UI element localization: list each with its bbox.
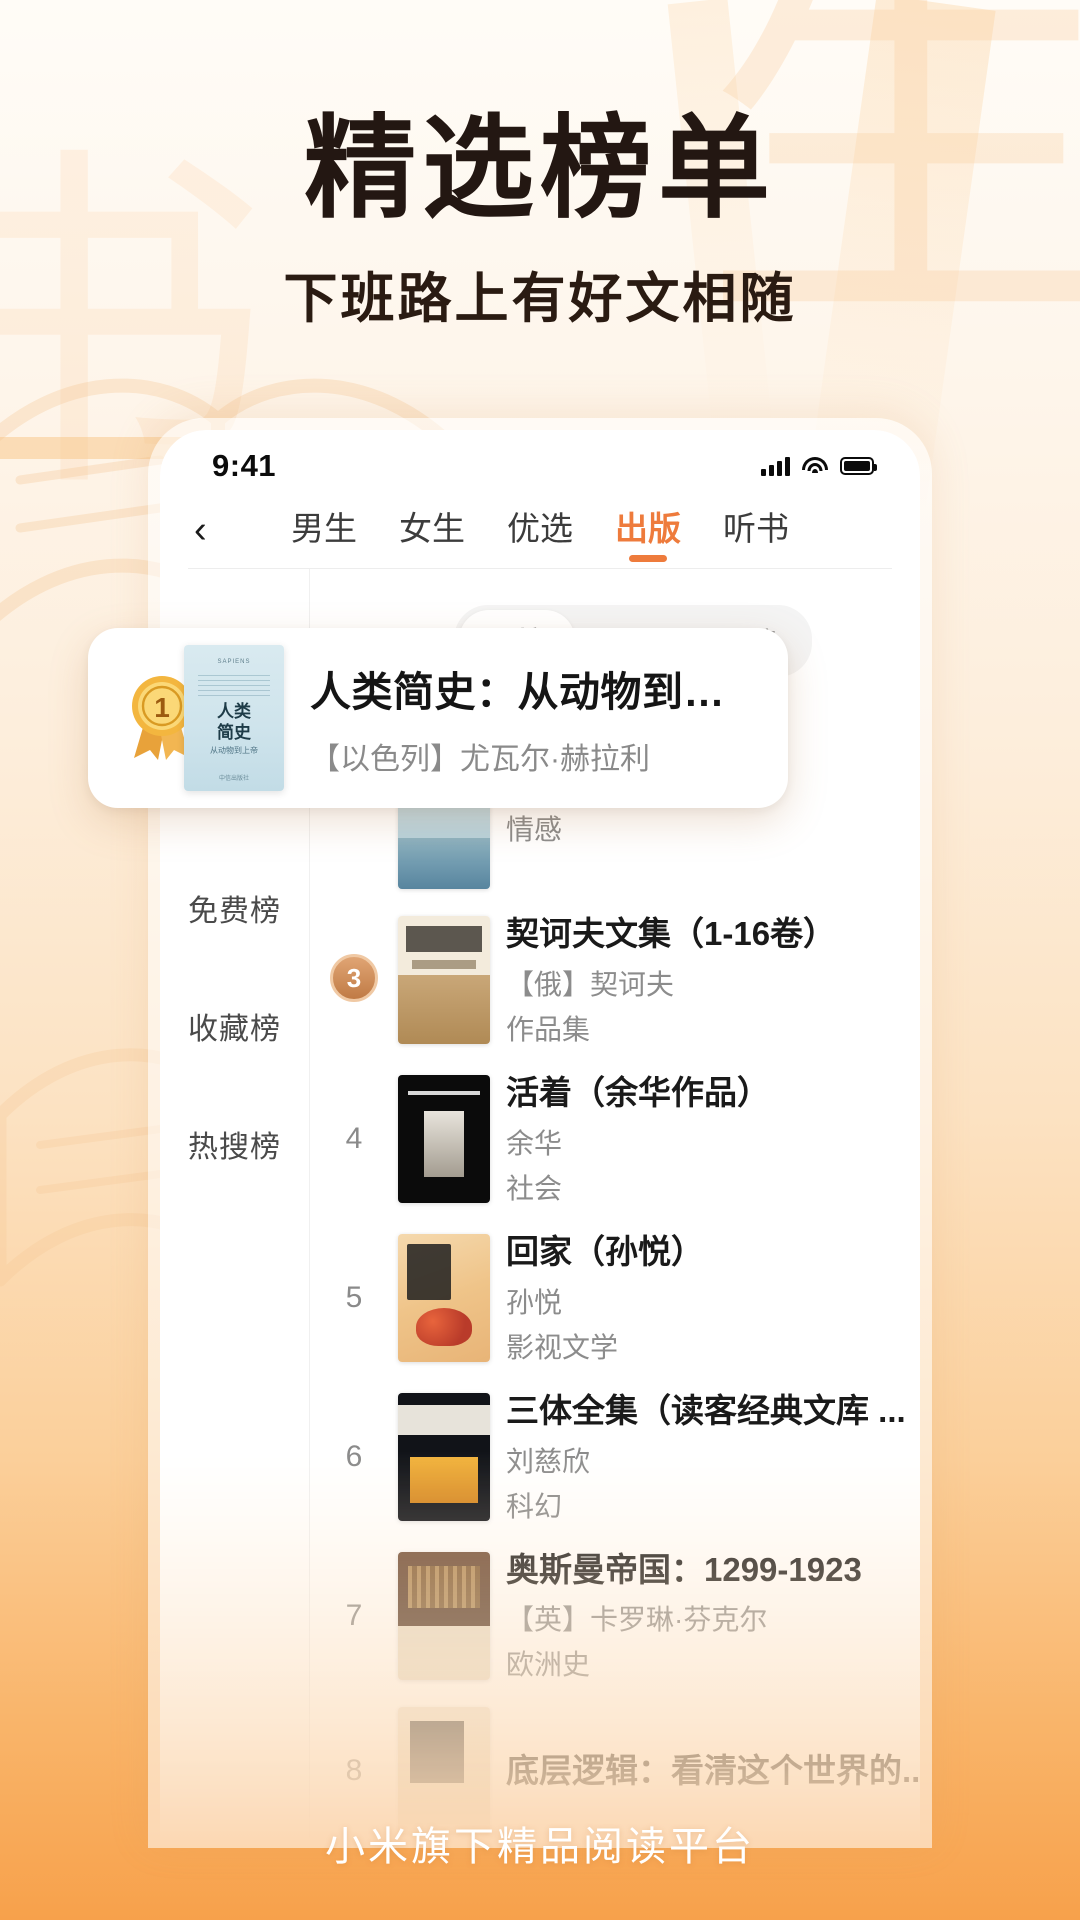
book-title: 三体全集（读客经典文库 ...: [506, 1391, 906, 1429]
rank-number: 8: [345, 1754, 363, 1788]
table-row[interactable]: 6 三体全集（读客经典文库 ... 刘慈欣 科幻: [310, 1378, 920, 1537]
rank-number: 7: [345, 1599, 363, 1632]
rank-number: 5: [345, 1281, 363, 1315]
book-meta: 情感: [506, 803, 920, 848]
book-meta: 回家（孙悦） 孙悦 影视文学: [506, 1231, 920, 1366]
book-author: 【俄】契诃夫: [506, 968, 675, 1000]
wifi-icon: [802, 456, 828, 476]
tab-female[interactable]: 女生: [399, 502, 465, 558]
cover-texture: [198, 675, 270, 697]
navigation-bar: ‹ 男生 女生 优选 出版 听书: [160, 492, 920, 568]
cover-header-text: SAPIENS: [217, 659, 251, 665]
book-author: 刘慈欣: [506, 1445, 591, 1477]
book-meta: 三体全集（读客经典文库 ... 刘慈欣 科幻: [506, 1390, 920, 1525]
book-meta: 底层逻辑：看清这个世界的...: [506, 1750, 920, 1793]
book-category: 欧洲史: [506, 1649, 591, 1681]
table-row[interactable]: 5 回家（孙悦） 孙悦 影视文学: [310, 1219, 920, 1378]
svg-text:1: 1: [154, 692, 170, 723]
book-meta: 奥斯曼帝国：1299-1923 【英】卡罗琳·芬克尔 欧洲史: [506, 1549, 920, 1684]
sidebar-item-hot-search[interactable]: 热搜榜: [160, 1085, 309, 1203]
book-cover: [398, 1552, 490, 1680]
table-row[interactable]: 3 契诃夫文集（1-16卷） 【俄】契诃夫 作品集: [310, 901, 920, 1060]
featured-book-meta: 人类简史：从动物到上帝 【以色列】尤瓦尔·赫拉利: [310, 658, 760, 778]
sidebar-item-free[interactable]: 免费榜: [160, 849, 309, 967]
book-cover: [398, 1234, 490, 1363]
cover-subtitle-text: 从动物到上帝: [210, 746, 258, 755]
cover-title-text: 人类 简史: [217, 702, 251, 743]
table-row[interactable]: 4 活着（余华作品） 余华 社会: [310, 1060, 920, 1219]
book-author: 余华: [506, 1127, 563, 1159]
book-meta: 契诃夫文集（1-16卷） 【俄】契诃夫 作品集: [506, 913, 920, 1048]
tab-audiobook[interactable]: 听书: [723, 502, 789, 558]
book-cover: [398, 1393, 490, 1522]
page-title: 精选榜单: [304, 108, 776, 232]
header: 精选榜单 下班路上有好文相随: [0, 100, 1080, 333]
book-title: 底层逻辑：看清这个世界的...: [506, 1752, 920, 1789]
status-bar-time: 9:41: [212, 448, 277, 483]
book-category: 情感: [506, 813, 563, 845]
tab-selected[interactable]: 优选: [507, 502, 573, 558]
book-category: 科幻: [506, 1490, 563, 1522]
tab-published[interactable]: 出版: [615, 502, 681, 558]
sidebar-item-collections[interactable]: 收藏榜: [160, 967, 309, 1085]
status-bar: 9:41: [160, 430, 920, 492]
book-title: 活着（余华作品）: [506, 1073, 770, 1111]
book-cover: [398, 1075, 490, 1204]
book-title: 契诃夫文集（1-16卷）: [506, 915, 837, 952]
book-title: 奥斯曼帝国：1299-1923: [506, 1550, 862, 1588]
book-category: 作品集: [506, 1013, 591, 1045]
featured-book-cover: SAPIENS 人类 简史 从动物到上帝 中信出版社: [184, 645, 284, 791]
featured-book-author: 【以色列】尤瓦尔·赫拉利: [310, 743, 650, 776]
tab-male[interactable]: 男生: [291, 502, 357, 558]
rank-number: 4: [345, 1122, 363, 1156]
book-author: 孙悦: [506, 1286, 563, 1318]
book-category: 影视文学: [506, 1331, 619, 1363]
rank-number: 3: [330, 954, 378, 1003]
status-bar-icons: [761, 456, 877, 476]
book-category: 社会: [506, 1172, 563, 1204]
bronze-medal-icon: 3: [326, 952, 382, 1008]
cover-publisher-text: 中信出版社: [218, 776, 249, 782]
book-author: 【英】卡罗琳·芬克尔: [506, 1604, 768, 1636]
table-row[interactable]: 7 奥斯曼帝国：1299-1923 【英】卡罗琳·芬克尔 欧洲史: [310, 1537, 920, 1696]
featured-book-title: 人类简史：从动物到上帝: [310, 669, 760, 715]
back-button[interactable]: ‹: [194, 511, 248, 549]
category-tabs: 男生 女生 优选 出版 听书: [248, 502, 832, 558]
signal-bars-icon: [761, 456, 790, 476]
book-title: 回家（孙悦）: [506, 1232, 704, 1270]
book-meta: 活着（余华作品） 余华 社会: [506, 1072, 920, 1207]
rank-number: 6: [345, 1440, 363, 1474]
battery-icon: [840, 457, 877, 475]
page-subtitle: 下班路上有好文相随: [283, 269, 797, 329]
book-cover: [398, 916, 490, 1045]
featured-book-card[interactable]: 1 SAPIENS 人类 简史 从动物到上帝 中信出版社 人类简史：从动物到上帝 …: [88, 628, 788, 808]
footer-tagline: 小米旗下精品阅读平台: [325, 1825, 755, 1869]
